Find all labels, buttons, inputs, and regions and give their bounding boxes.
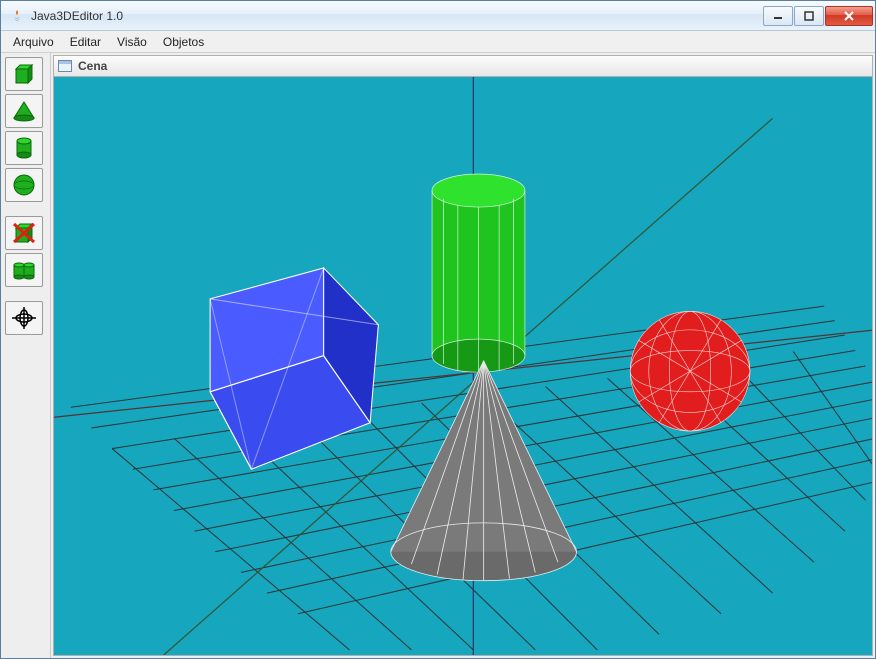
- tool-axis[interactable]: [5, 301, 43, 335]
- client-area: Cena: [1, 53, 875, 658]
- panel-icon: [58, 60, 72, 72]
- maximize-button[interactable]: [794, 6, 824, 26]
- java-icon: [9, 8, 25, 24]
- viewport-panel: Cena: [51, 53, 875, 658]
- scene-sphere: [630, 311, 750, 431]
- toolbar: [1, 53, 51, 658]
- tool-clone[interactable]: [5, 253, 43, 287]
- window-controls: [763, 6, 873, 26]
- scene-svg: [54, 77, 872, 655]
- cube-icon: [10, 61, 38, 87]
- panel-titlebar[interactable]: Cena: [53, 55, 873, 77]
- panel-title-text: Cena: [78, 59, 107, 73]
- tool-sphere[interactable]: [5, 168, 43, 202]
- tool-cylinder[interactable]: [5, 131, 43, 165]
- menu-editar[interactable]: Editar: [62, 33, 109, 51]
- close-button[interactable]: [825, 6, 873, 26]
- menubar: Arquivo Editar Visão Objetos: [1, 31, 875, 53]
- delete-icon: [10, 220, 38, 246]
- viewport-3d[interactable]: [53, 77, 873, 656]
- app-window: Java3DEditor 1.0 Arquivo Editar Visão Ob…: [0, 0, 876, 659]
- window-title: Java3DEditor 1.0: [31, 9, 763, 23]
- scene-cylinder: [432, 174, 525, 372]
- cylinder-icon: [10, 135, 38, 161]
- scene-cube: [210, 268, 378, 469]
- cone-icon: [10, 98, 38, 124]
- tool-delete[interactable]: [5, 216, 43, 250]
- sphere-icon: [10, 172, 38, 198]
- clone-icon: [10, 257, 38, 283]
- menu-visao[interactable]: Visão: [109, 33, 155, 51]
- tool-cube[interactable]: [5, 57, 43, 91]
- menu-objetos[interactable]: Objetos: [155, 33, 212, 51]
- tool-cone[interactable]: [5, 94, 43, 128]
- axis-icon: [10, 305, 38, 331]
- minimize-button[interactable]: [763, 6, 793, 26]
- menu-arquivo[interactable]: Arquivo: [5, 33, 62, 51]
- titlebar[interactable]: Java3DEditor 1.0: [1, 1, 875, 31]
